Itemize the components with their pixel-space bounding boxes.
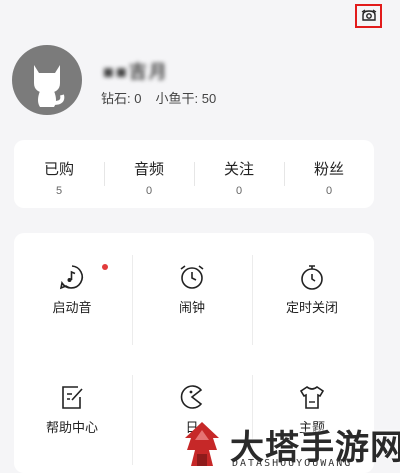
watermark-logo-icon: [185, 422, 219, 466]
fish-label: 小鱼干:: [155, 91, 199, 106]
count-value: 0: [325, 185, 333, 197]
count-value: 0: [235, 185, 243, 197]
count-audio[interactable]: 音频 0: [104, 140, 194, 208]
counts-card: 已购 5 音频 0 关注 0 粉丝 0: [14, 140, 374, 208]
count-purchased[interactable]: 已购 5: [14, 140, 104, 208]
count-label: 关注: [223, 161, 254, 178]
settings-button[interactable]: [355, 4, 382, 28]
wallet-stats: 钻石: 0 小鱼干: 50: [101, 88, 216, 107]
menu-label: 定时关闭: [285, 300, 338, 315]
grid-divider: [132, 255, 133, 345]
fish-stat: 小鱼干: 50: [155, 88, 216, 107]
music-note-icon: [59, 265, 83, 290]
grid-divider: [132, 375, 133, 465]
count-followers[interactable]: 粉丝 0: [284, 140, 374, 208]
new-badge: [102, 264, 108, 270]
avatar[interactable]: [12, 45, 82, 115]
menu-label: 闹钟: [178, 300, 205, 315]
settings-icon: [361, 9, 376, 21]
diamond-stat: 钻石: 0: [101, 88, 141, 107]
count-label: 音频: [133, 161, 164, 178]
menu-sleep-timer[interactable]: 定时关闭: [254, 263, 370, 316]
menu-startup-sound[interactable]: 启动音: [14, 263, 130, 316]
timer-icon: [301, 265, 323, 290]
pacman-icon: [180, 385, 203, 409]
alarm-clock-icon: [180, 265, 204, 289]
tshirt-icon: [299, 386, 325, 409]
count-label: 已购: [43, 161, 74, 178]
grid-divider: [252, 255, 253, 345]
cat-avatar-icon: [34, 65, 65, 107]
menu-label: 启动音: [52, 300, 92, 315]
watermark: 大塔手游网 DATASHOUYOUWANG: [175, 418, 400, 473]
watermark-subtitle: DATASHOUYOUWANG: [232, 458, 353, 469]
count-label: 粉丝: [313, 161, 344, 178]
count-value: 5: [55, 185, 63, 197]
diamond-value: 0: [134, 91, 142, 106]
diamond-label: 钻石:: [101, 91, 131, 106]
count-following[interactable]: 关注 0: [194, 140, 284, 208]
menu-help-center[interactable]: 帮助中心: [14, 383, 130, 436]
username: ■■吉月: [103, 62, 169, 82]
menu-alarm[interactable]: 闹钟: [134, 263, 250, 316]
fish-value: 50: [201, 91, 217, 106]
menu-label: 帮助中心: [45, 420, 98, 435]
count-value: 0: [145, 185, 153, 197]
help-edit-icon: [62, 386, 83, 409]
